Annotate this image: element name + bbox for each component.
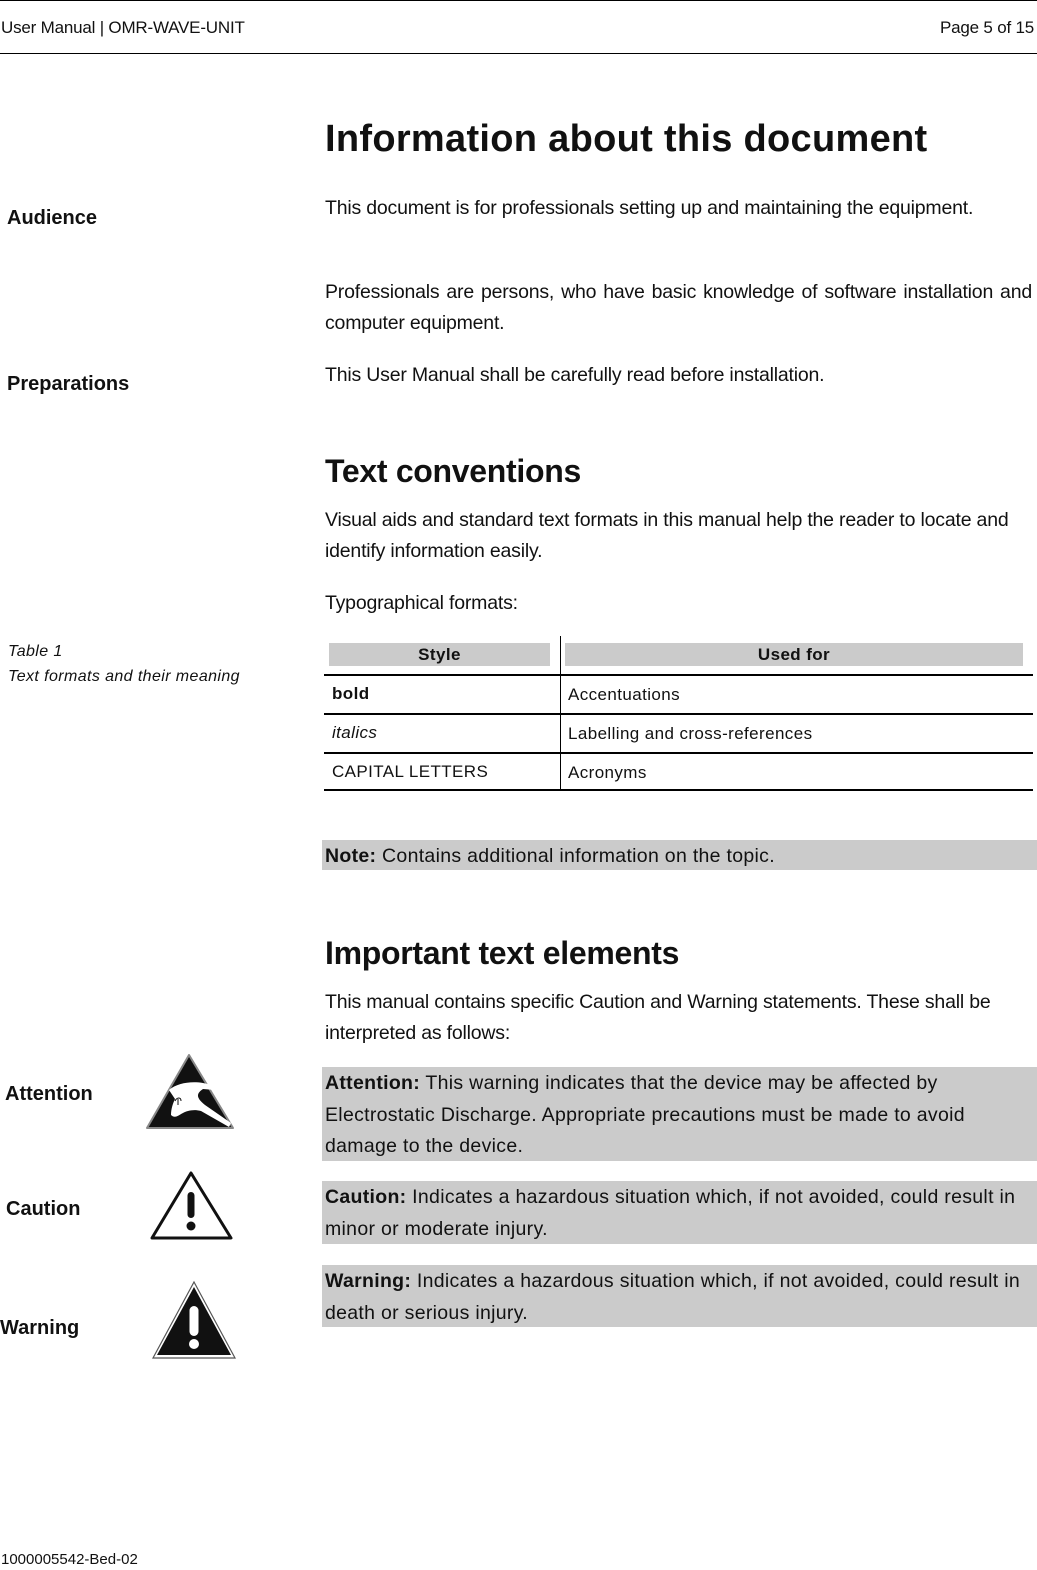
section-heading-important-text-elements: Important text elements bbox=[325, 935, 680, 971]
warning-text: Indicates a hazardous situation which, i… bbox=[325, 1270, 1020, 1324]
header-document-title: User Manual | OMR-WAVE-UNIT bbox=[1, 18, 245, 37]
warning-triangle-icon bbox=[151, 1280, 237, 1359]
text-conventions-paragraph: Visual aids and standard text formats in… bbox=[325, 509, 1009, 562]
note-label: Note: bbox=[325, 845, 377, 867]
warning-label: Warning: bbox=[325, 1270, 412, 1292]
sidebar-label-audience: Audience bbox=[7, 207, 98, 229]
caution-text: Indicates a hazardous situation which, i… bbox=[325, 1186, 1016, 1240]
audience-paragraph-2: Professionals are persons, who have basi… bbox=[325, 281, 1032, 334]
table-cell-style: CAPITAL LETTERS bbox=[332, 762, 489, 781]
page-title: Information about this document bbox=[325, 118, 928, 160]
caution-triangle-icon bbox=[150, 1171, 233, 1240]
header-rule-top bbox=[0, 0, 1037, 1]
caution-label: Caution: bbox=[325, 1186, 407, 1208]
table-cell-style: bold bbox=[332, 684, 370, 703]
typographical-formats-label: Typographical formats: bbox=[325, 592, 518, 614]
table-cell-style: italics bbox=[332, 723, 378, 742]
warning-box: Warning: Indicates a hazardous situation… bbox=[322, 1265, 1037, 1327]
attention-text: This warning indicates that the device m… bbox=[325, 1072, 965, 1157]
text-formats-table: Style Used for bold Accentuations italic… bbox=[324, 636, 1033, 791]
table-header-style: Style bbox=[329, 643, 550, 666]
table-cell-used-for: Labelling and cross-references bbox=[568, 724, 813, 743]
table-row: bold Accentuations bbox=[324, 674, 1033, 713]
header-page-number: Page 5 of 15 bbox=[939, 18, 1034, 37]
sidebar-label-attention: Attention bbox=[5, 1083, 93, 1105]
table-cell-used-for: Accentuations bbox=[568, 685, 680, 704]
attention-box: Attention: This warning indicates that t… bbox=[322, 1067, 1037, 1161]
important-paragraph: This manual contains specific Caution an… bbox=[325, 991, 991, 1044]
table-caption-title: Text formats and their meaning bbox=[8, 668, 240, 685]
attention-label: Attention: bbox=[325, 1072, 421, 1094]
caution-box: Caution: Indicates a hazardous situation… bbox=[322, 1181, 1037, 1244]
section-heading-text-conventions: Text conventions bbox=[325, 453, 581, 489]
table-header-row: Style Used for bbox=[324, 636, 1033, 674]
preparations-paragraph: This User Manual shall be carefully read… bbox=[325, 364, 825, 386]
table-row: italics Labelling and cross-references bbox=[324, 713, 1033, 752]
table-caption-number: Table 1 bbox=[8, 643, 63, 660]
esd-warning-icon bbox=[146, 1054, 234, 1129]
table-cell-used-for: Acronyms bbox=[568, 763, 647, 782]
table-caption: Table 1 Text formats and their meaning bbox=[8, 639, 240, 689]
note-box: Note: Contains additional information on… bbox=[322, 840, 1037, 870]
header-rule-bottom bbox=[0, 53, 1037, 54]
sidebar-label-preparations: Preparations bbox=[7, 373, 130, 395]
sidebar-label-caution: Caution bbox=[6, 1198, 81, 1220]
footer-document-id: 1000005542-Bed-02 bbox=[1, 1551, 138, 1568]
table-row: CAPITAL LETTERS Acronyms bbox=[324, 752, 1033, 791]
audience-paragraph-1: This document is for professionals setti… bbox=[325, 197, 974, 219]
table-header-used-for: Used for bbox=[565, 643, 1023, 666]
note-text: Contains additional information on the t… bbox=[376, 845, 775, 867]
sidebar-label-warning: Warning bbox=[0, 1317, 80, 1339]
